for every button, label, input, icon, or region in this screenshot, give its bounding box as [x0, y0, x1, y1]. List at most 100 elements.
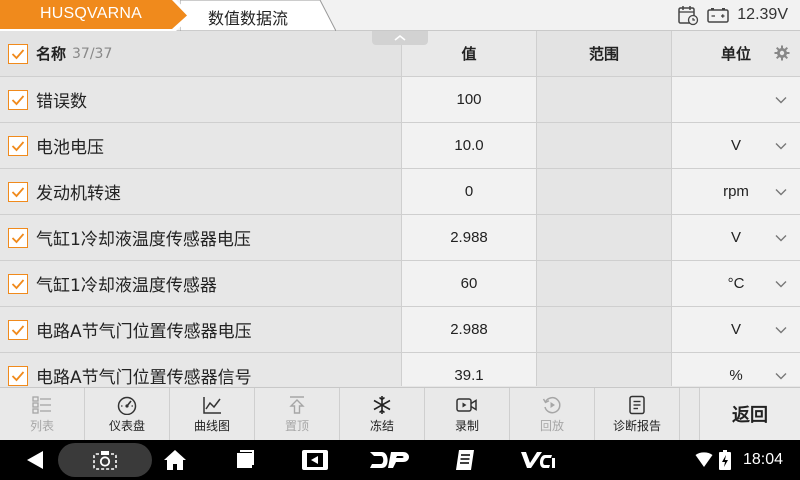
record-label: 录制 [454, 418, 479, 433]
unit-dropdown[interactable]: V [671, 215, 800, 260]
checkmark-icon [11, 48, 25, 59]
range-column-label: 范围 [588, 45, 619, 63]
clock: 18:04 [738, 440, 788, 480]
row-name-cell: 电路A节气门位置传感器电压 [0, 307, 401, 352]
table-row[interactable]: 发动机转速 0 rpm [0, 169, 800, 215]
value-column-label: 值 [461, 45, 477, 63]
data-stream-table[interactable]: 名称 37/37 值 范围 单位 错误数 100 电池电压 10.0 V 发动机… [0, 31, 800, 386]
diagnostic-report-button[interactable]: 诊断报告 [595, 388, 680, 440]
row-checkbox[interactable] [8, 135, 28, 156]
snowflake-icon [373, 395, 391, 414]
table-row[interactable]: 电路A节气门位置传感器信号 39.1% [0, 353, 800, 386]
app-switch-icon[interactable] [300, 440, 330, 480]
camera-icon[interactable] [92, 440, 118, 480]
row-checkbox[interactable] [8, 365, 28, 386]
row-checkbox[interactable] [8, 89, 28, 110]
checkmark-icon [11, 324, 25, 336]
row-name-cell: 气缸1冷却液温度传感器电压 [0, 215, 401, 260]
row-value-cell: 2.988 [401, 307, 536, 352]
row-value-cell: 0 [401, 169, 536, 214]
chevron-down-icon [774, 368, 788, 386]
row-name: 错误数 [36, 92, 87, 112]
row-name-cell: 气缸1冷却液温度传感器 [0, 261, 401, 306]
report-label: 诊断报告 [612, 418, 661, 433]
freeze-label: 冻结 [369, 418, 394, 433]
unit-dropdown[interactable]: % [671, 353, 800, 386]
row-name: 电路A节气门位置传感器信号 [36, 368, 252, 386]
row-checkbox[interactable] [8, 227, 28, 248]
row-unit: °C [727, 275, 745, 292]
back-button[interactable]: 返回 [700, 388, 800, 440]
checkmark-icon [11, 278, 25, 290]
row-name: 气缸1冷却液温度传感器 [36, 276, 217, 296]
home-icon[interactable] [162, 440, 188, 480]
back-triangle-icon[interactable] [22, 440, 48, 480]
video-record-icon [456, 397, 477, 412]
row-checkbox[interactable] [8, 181, 28, 202]
row-value: 60 [460, 275, 478, 292]
chevron-down-icon [774, 276, 788, 295]
row-unit: V [730, 137, 741, 154]
unit-dropdown[interactable]: V [671, 307, 800, 352]
item-count: 37/37 [72, 45, 113, 62]
row-value: 0 [464, 183, 474, 200]
row-unit: rpm [723, 183, 749, 200]
row-checkbox[interactable] [8, 319, 28, 340]
battery-icon [707, 7, 730, 23]
unit-dropdown[interactable]: V [671, 123, 800, 168]
freeze-button[interactable]: 冻结 [340, 388, 425, 440]
list-button[interactable]: 列表 [0, 388, 85, 440]
graph-label: 曲线图 [193, 418, 230, 433]
row-checkbox[interactable] [8, 273, 28, 294]
row-value-cell: 39.1 [401, 353, 536, 386]
chevron-down-icon [774, 138, 788, 157]
playback-button[interactable]: 回放 [510, 388, 595, 440]
row-value: 10.0 [454, 137, 484, 154]
row-range-cell [536, 77, 671, 122]
checkmark-icon [11, 370, 25, 382]
row-unit: % [729, 367, 743, 384]
unit-dropdown[interactable] [671, 77, 800, 122]
row-value: 2.988 [450, 229, 488, 246]
row-unit: V [730, 321, 741, 338]
table-row[interactable]: 气缸1冷却液温度传感器电压 2.988 V [0, 215, 800, 261]
playback-icon [542, 396, 561, 413]
brand-tab[interactable]: HUSQVARNA [0, 0, 196, 31]
checkmark-icon [11, 186, 25, 198]
recent-apps-icon[interactable] [232, 440, 258, 480]
clock-time: 18:04 [742, 451, 784, 468]
row-name-cell: 电池电压 [0, 123, 401, 168]
graph-button[interactable]: 曲线图 [170, 388, 255, 440]
battery-charging-icon [718, 440, 732, 480]
record-button[interactable]: 录制 [425, 388, 510, 440]
table-row[interactable]: 错误数 100 [0, 77, 800, 123]
table-row[interactable]: 气缸1冷却液温度传感器 60 °C [0, 261, 800, 307]
row-name-cell: 错误数 [0, 77, 401, 122]
manual-book-icon[interactable] [452, 440, 478, 480]
collapse-handle[interactable] [372, 31, 428, 45]
dp-logo-icon[interactable] [368, 440, 412, 480]
name-header: 名称 37/37 [0, 31, 401, 76]
line-chart-icon [203, 396, 221, 414]
row-value-cell: 10.0 [401, 123, 536, 168]
row-name-cell: 发动机转速 [0, 169, 401, 214]
page-title-tab: 数值数据流 [180, 0, 336, 31]
row-value: 39.1 [454, 367, 484, 384]
chevron-down-icon [774, 322, 788, 341]
pin-top-button[interactable]: 置顶 [255, 388, 340, 440]
table-row[interactable]: 电路A节气门位置传感器电压 2.988 V [0, 307, 800, 353]
vci-logo-icon[interactable] [520, 440, 556, 480]
gauge-icon [117, 396, 137, 415]
table-row[interactable]: 电池电压 10.0 V [0, 123, 800, 169]
app-window: 数值数据流 HUSQVARNA 12.39V 名称 37/37 值 范围 单位 … [0, 0, 800, 480]
checkmark-icon [11, 94, 25, 106]
checkmark-icon [11, 232, 25, 244]
row-value: 2.988 [450, 321, 488, 338]
gear-icon[interactable] [774, 45, 790, 65]
gauge-button[interactable]: 仪表盘 [85, 388, 170, 440]
unit-dropdown[interactable]: rpm [671, 169, 800, 214]
unit-dropdown[interactable]: °C [671, 261, 800, 306]
system-nav-bar: 18:04 [0, 440, 800, 480]
select-all-checkbox[interactable] [8, 43, 28, 64]
calendar-clock-icon[interactable] [677, 4, 699, 26]
